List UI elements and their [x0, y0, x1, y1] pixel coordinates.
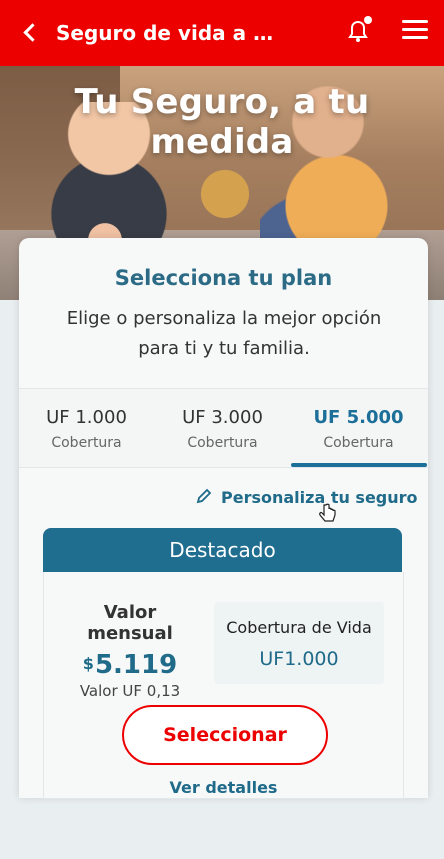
monthly-value-label: Valor mensual — [87, 602, 173, 644]
price-value: 5.119 — [94, 650, 178, 680]
top-app-bar: Seguro de vida a tu ... — [0, 0, 444, 66]
featured-banner: Destacado — [43, 528, 402, 572]
notification-badge — [364, 16, 372, 24]
tab-amount: UF 1.000 — [46, 407, 127, 428]
page-title: Seguro de vida a tu ... — [56, 21, 276, 45]
coverage-label: Cobertura de Vida — [226, 618, 372, 637]
active-tab-indicator — [291, 463, 427, 467]
tab-label: Cobertura — [187, 435, 258, 451]
menu-line — [402, 36, 428, 39]
monthly-value-box: Valor mensual $ 5.119 Valor UF 0,13 — [60, 602, 200, 700]
tab-uf-5000[interactable]: UF 5.000 Cobertura — [291, 389, 427, 467]
back-arrow-icon[interactable] — [22, 24, 40, 42]
tab-label: Cobertura — [51, 435, 122, 451]
uf-value: Valor UF 0,13 — [79, 682, 181, 700]
personaliza-link[interactable]: Personaliza tu seguro — [195, 485, 418, 509]
tab-label: Cobertura — [323, 435, 394, 451]
pencil-icon — [196, 488, 212, 504]
menu-line — [402, 28, 428, 31]
plan-details: Valor mensual $ 5.119 Valor UF 0,13 Cobe… — [43, 572, 404, 799]
hand-cursor-icon — [319, 503, 336, 522]
hamburger-menu-icon[interactable] — [402, 20, 428, 42]
tab-uf-3000[interactable]: UF 3.000 Cobertura — [155, 389, 290, 467]
price: $ 5.119 — [60, 650, 200, 680]
section-title: Selecciona tu plan — [114, 266, 333, 290]
select-button[interactable]: Seleccionar — [122, 705, 328, 765]
hero-title: Tu Seguro, a tu medida — [74, 82, 370, 162]
section-subtitle: Elige o personaliza la mejor opción para… — [66, 308, 382, 359]
coverage-value: UF1.000 — [259, 648, 339, 670]
tab-amount: UF 3.000 — [182, 407, 263, 428]
menu-line — [402, 20, 428, 23]
dog-illustration — [190, 162, 260, 242]
notifications-button[interactable] — [344, 16, 372, 46]
plan-selection-card: Selecciona tu plan Elige o personaliza l… — [19, 238, 428, 799]
currency-symbol: $ — [82, 654, 94, 673]
coverage-tabs: UF 1.000 Cobertura UF 3.000 Cobertura UF… — [19, 388, 428, 468]
coverage-box: Cobertura de Vida UF1.000 — [214, 602, 384, 684]
tab-uf-1000[interactable]: UF 1.000 Cobertura — [19, 389, 154, 467]
tab-amount: UF 5.000 — [313, 407, 404, 428]
details-link[interactable]: Ver detalles — [44, 778, 403, 797]
